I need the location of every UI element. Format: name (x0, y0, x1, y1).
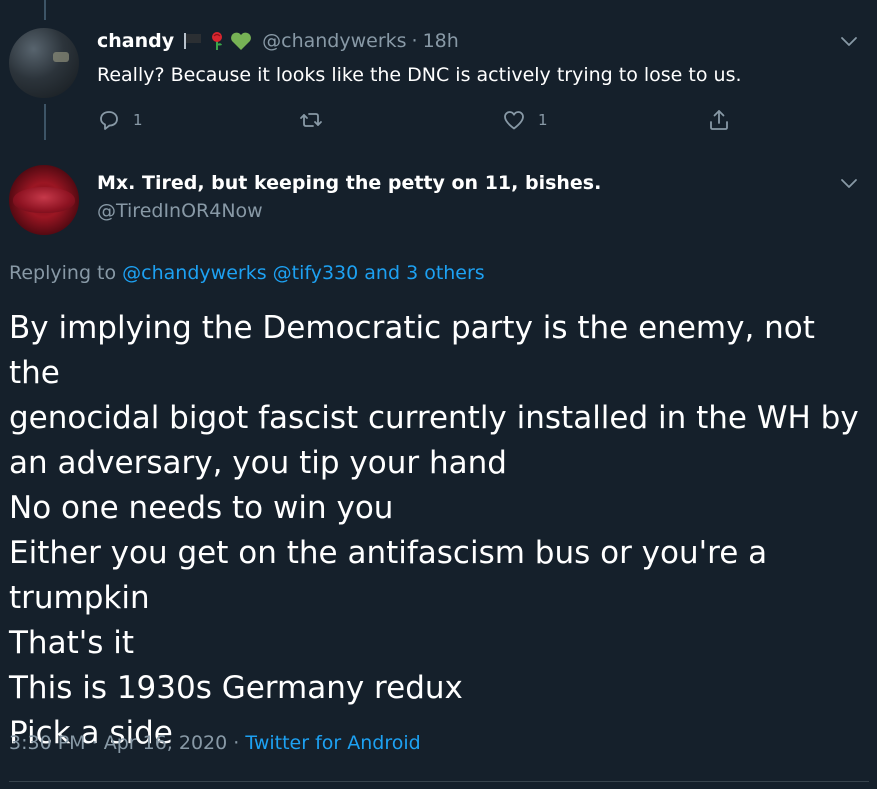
mention-link[interactable]: @tify330 (273, 262, 359, 284)
handle[interactable]: @chandywerks (262, 30, 406, 52)
others-link[interactable]: and 3 others (364, 262, 484, 284)
retweet-icon (300, 113, 322, 127)
like-count: 1 (538, 111, 548, 129)
share-button[interactable] (707, 108, 731, 132)
tweet-author: Mx. Tired, but keeping the petty on 11, … (97, 172, 601, 222)
green-heart-icon (231, 32, 252, 50)
chevron-down-icon[interactable] (838, 172, 860, 194)
divider (9, 781, 869, 782)
handle[interactable]: @TiredInOR4Now (97, 200, 601, 222)
tweet-date[interactable]: Apr 16, 2020 (104, 732, 228, 754)
share-icon (710, 110, 728, 130)
separator: · (411, 30, 418, 52)
chevron-down-icon[interactable] (838, 30, 860, 52)
reply-button[interactable]: 1 (97, 108, 143, 132)
tweet-line: This is 1930s Germany redux (9, 670, 463, 706)
replying-prefix: Replying to (9, 262, 117, 284)
tweet-line: genocidal bigot fascist currently instal… (9, 400, 859, 436)
heart-outline-icon (504, 111, 524, 130)
tweet-line: No one needs to win you (9, 490, 394, 526)
tweet-timestamp[interactable]: 3:30 PM (9, 732, 86, 754)
tweet-header: chandy @chandywerks · 18h (97, 30, 459, 52)
source-link[interactable]: Twitter for Android (245, 732, 420, 754)
tweet-line: Either you get on the antifascism bus or… (9, 535, 768, 571)
flag-icon (184, 33, 202, 49)
parent-tweet[interactable]: chandy @chandywerks · 18h Really? Becaus… (0, 0, 877, 150)
tweet-line: That's it (9, 625, 135, 661)
tweet-thread: chandy @chandywerks · 18h Really? Becaus… (0, 0, 877, 789)
tweet-line: an adversary, you tip your hand (9, 445, 507, 481)
tweet-time[interactable]: 18h (423, 30, 459, 52)
retweet-button[interactable] (299, 108, 335, 132)
separator: · (233, 732, 240, 754)
tweet-body: By implying the Democratic party is the … (9, 306, 869, 756)
tweet-text: Really? Because it looks like the DNC is… (97, 64, 742, 86)
separator: · (91, 732, 98, 754)
tweet-meta: 3:30 PM · Apr 16, 2020 · Twitter for And… (9, 732, 421, 754)
rose-icon (212, 32, 223, 50)
like-button[interactable]: 1 (502, 108, 548, 132)
mention-link[interactable]: @chandywerks (122, 262, 266, 284)
reply-count: 1 (133, 111, 143, 129)
avatar[interactable] (9, 28, 79, 98)
display-name[interactable]: Mx. Tired, but keeping the petty on 11, … (97, 172, 601, 194)
tweet-actions: 1 1 (97, 108, 747, 136)
reply-icon (100, 111, 118, 130)
display-name[interactable]: chandy (97, 30, 174, 52)
tweet-line: trumpkin (9, 580, 150, 616)
avatar[interactable] (9, 165, 79, 235)
avatar-detail (13, 187, 75, 213)
avatar-detail (53, 52, 69, 62)
replying-to: Replying to @chandywerks @tify330 and 3 … (9, 262, 485, 284)
tweet-line: By implying the Democratic party is the … (9, 310, 815, 391)
